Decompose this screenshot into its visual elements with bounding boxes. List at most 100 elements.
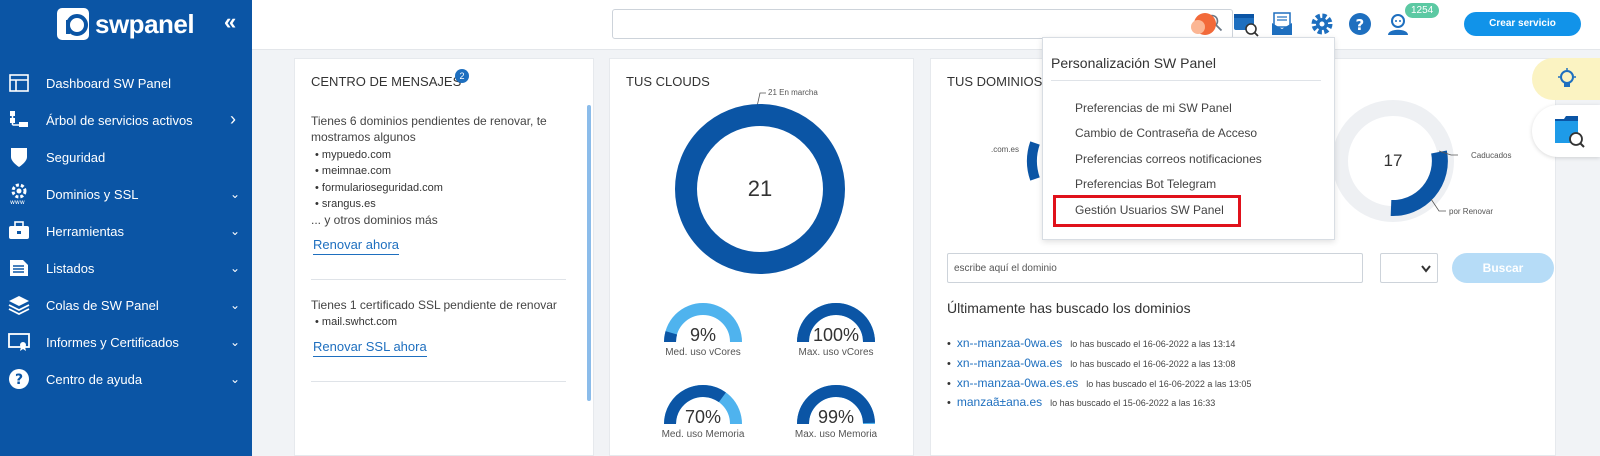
- usage-gauges: [664, 303, 875, 425]
- svg-text:www: www: [10, 199, 25, 205]
- recent-date: lo has buscado el 16-06-2022 a las 13:05: [1086, 379, 1252, 389]
- dropdown-title: Personalización SW Panel: [1051, 55, 1216, 71]
- gauge-value: 100%: [812, 325, 860, 345]
- divider: [311, 381, 566, 382]
- menu-item-correos[interactable]: Preferencias correos notificaciones: [1075, 152, 1262, 166]
- gauge-label: Med. uso vCores: [665, 347, 741, 358]
- expired-label: Caducados: [1471, 151, 1512, 160]
- messages-card: CENTRO DE MENSAJES 2 Tienes 6 dominios p…: [294, 58, 594, 456]
- menu-item-cambio-contrasena[interactable]: Cambio de Contraseña de Acceso: [1075, 126, 1257, 140]
- crear-servicio-button[interactable]: Crear servicio: [1464, 12, 1581, 36]
- recent-date: lo has buscado el 16-06-2022 a las 13:14: [1070, 339, 1236, 349]
- domain-search-input[interactable]: escribe aquí el dominio: [947, 253, 1363, 283]
- settings-dropdown: Personalización SW Panel Preferencias de…: [1042, 37, 1335, 240]
- divider: [1051, 80, 1321, 81]
- clouds-card: TUS CLOUDS 21 En marcha 21 9% Med. uso v…: [609, 58, 914, 456]
- user-avatar-icon[interactable]: [1190, 11, 1216, 37]
- list-icon: [8, 257, 30, 279]
- list-item: • manzaã±ana.es lo has buscado el 15-06-…: [947, 395, 1216, 409]
- sidebar-item-label: Centro de ayuda: [46, 371, 143, 387]
- sidebar-item-label: Seguridad: [46, 149, 106, 165]
- gear-icon[interactable]: [1309, 11, 1335, 37]
- gauge-value: 70%: [684, 407, 722, 427]
- domains-total: 17: [1383, 151, 1403, 170]
- recent-searches-title: Últimamente has buscado los dominios: [947, 300, 1191, 316]
- pending-domain-item: • meimnae.com: [315, 165, 391, 177]
- help-circle-icon[interactable]: ?: [1347, 11, 1373, 37]
- menu-item-telegram[interactable]: Preferencias Bot Telegram: [1075, 177, 1216, 191]
- recent-domain-link[interactable]: manzaã±ana.es: [957, 395, 1042, 409]
- tips-button[interactable]: [1532, 58, 1600, 100]
- sidebar-item-informes[interactable]: Informes y Certificados ⌄: [0, 325, 252, 359]
- sidebar-item-label: Colas de SW Panel: [46, 297, 159, 313]
- shield-icon: [8, 146, 30, 168]
- gauge-value: 99%: [817, 407, 855, 427]
- sidebar-item-dominios[interactable]: www Dominios y SSL ⌄: [0, 177, 252, 211]
- logo-mark-icon: [57, 8, 89, 40]
- domain-gear-icon: www: [8, 183, 30, 205]
- sidebar-item-label: Dashboard SW Panel: [46, 75, 172, 91]
- buscar-button[interactable]: Buscar: [1452, 253, 1554, 283]
- pending-domain-item: • formularioseguridad.com: [315, 182, 443, 194]
- messages-count-badge: 2: [455, 69, 469, 83]
- svg-text:?: ?: [1356, 16, 1365, 34]
- gauge-label: Max. uso vCores: [798, 347, 874, 358]
- cloud-search-icon[interactable]: [1232, 11, 1259, 37]
- list-item: • xn--manzaa-0wa.es lo has buscado el 16…: [947, 336, 1236, 350]
- menu-item-preferencias[interactable]: Preferencias de mi SW Panel: [1075, 101, 1232, 115]
- chevron-down-icon: [1421, 265, 1431, 273]
- recent-domain-link[interactable]: xn--manzaa-0wa.es.es: [957, 376, 1078, 390]
- sidebar: swpanel « Dashboard SW Panel Árbol de se…: [0, 0, 252, 456]
- chevron-down-icon: ⌄: [230, 187, 241, 201]
- highlight-box: [1053, 195, 1241, 227]
- notification-count-badge: 1254: [1405, 3, 1440, 18]
- sidebar-item-label: Dominios y SSL: [46, 186, 139, 202]
- chevron-right-icon: ›: [230, 109, 236, 129]
- global-search-input[interactable]: [612, 9, 1233, 39]
- brand-logo[interactable]: swpanel: [57, 8, 195, 40]
- pending-domain-item: • srangus.es: [315, 198, 376, 210]
- gauge-label: Max. uso Memoria: [794, 429, 878, 440]
- cloud-search-button[interactable]: [1532, 105, 1600, 157]
- sidebar-item-seguridad[interactable]: Seguridad: [0, 140, 252, 174]
- tree-icon: [8, 109, 30, 131]
- tld-select[interactable]: [1380, 253, 1438, 283]
- recent-domain-link[interactable]: xn--manzaa-0wa.es: [957, 356, 1062, 370]
- renew-label: por Renovar: [1449, 207, 1494, 216]
- renovar-ssl-link[interactable]: Renovar SSL ahora: [313, 339, 427, 357]
- top-header: ? 1254 Crear servicio: [252, 0, 1600, 50]
- sidebar-item-label: Listados: [46, 260, 95, 276]
- dashboard-icon: [8, 72, 30, 94]
- sidebar-item-label: Herramientas: [46, 223, 125, 239]
- sidebar-item-dashboard[interactable]: Dashboard SW Panel: [0, 66, 252, 100]
- renovar-ahora-link[interactable]: Renovar ahora: [313, 237, 399, 255]
- collapse-sidebar-icon[interactable]: «: [224, 9, 236, 35]
- cloud-search-icon: [1555, 116, 1585, 148]
- pending-ssl-item: • mail.swhct.com: [315, 316, 398, 328]
- sidebar-item-colas[interactable]: Colas de SW Panel ⌄: [0, 288, 252, 322]
- help-icon: ?: [8, 368, 30, 390]
- pending-ssl-text: Tienes 1 certificado SSL pendiente de re…: [311, 298, 557, 312]
- chevron-down-icon: ⌄: [230, 372, 241, 386]
- toolbox-icon: [8, 220, 30, 242]
- messages-icon[interactable]: [1270, 11, 1296, 37]
- sidebar-item-arbol[interactable]: Árbol de servicios activos ›: [0, 103, 252, 137]
- chevron-down-icon: ⌄: [230, 224, 241, 238]
- gauge-value: 9%: [689, 325, 716, 345]
- pending-domain-item: • mypuedo.com: [315, 149, 391, 161]
- chevron-down-icon: ⌄: [230, 298, 241, 312]
- sidebar-item-listados[interactable]: Listados ⌄: [0, 251, 252, 285]
- sidebar-item-ayuda[interactable]: ? Centro de ayuda ⌄: [0, 362, 252, 396]
- list-item: • xn--manzaa-0wa.es.es lo has buscado el…: [947, 376, 1252, 390]
- sidebar-item-herramientas[interactable]: Herramientas ⌄: [0, 214, 252, 248]
- svg-text:?: ?: [15, 372, 23, 388]
- recent-date: lo has buscado el 16-06-2022 a las 13:08: [1070, 359, 1236, 369]
- more-domains-text: ... y otros dominios más: [311, 213, 438, 227]
- tld-donut-arc: [1026, 141, 1040, 181]
- chevron-down-icon: ⌄: [230, 261, 241, 275]
- recent-domain-link[interactable]: xn--manzaa-0wa.es: [957, 336, 1062, 350]
- sidebar-item-label: Informes y Certificados: [46, 334, 179, 350]
- scrollbar[interactable]: [587, 105, 591, 401]
- lightbulb-icon: [1558, 68, 1576, 87]
- divider: [311, 279, 566, 280]
